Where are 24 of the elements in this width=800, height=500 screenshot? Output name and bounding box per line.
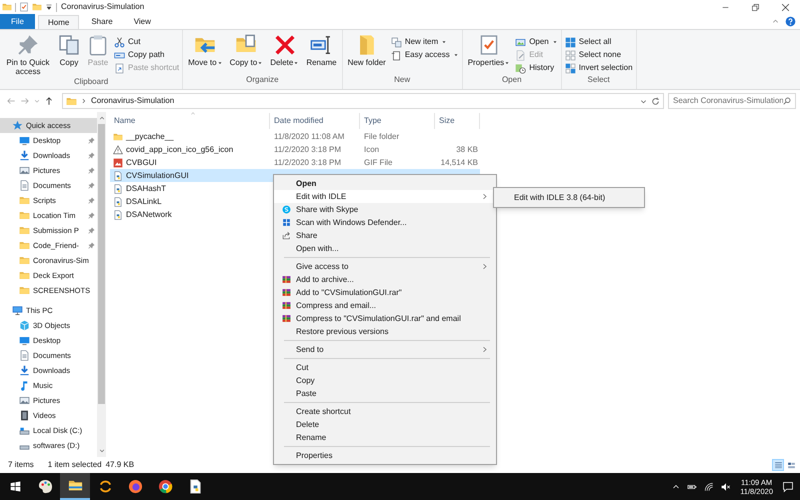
group-label: Open (500, 74, 523, 86)
type-cell: GIF File (364, 158, 392, 166)
group-label: New (393, 74, 412, 86)
item-count: 7 items (8, 459, 34, 471)
group-label: Select (586, 74, 611, 86)
date-cell: 11/2/2020 3:18 PM (274, 144, 342, 154)
date-cell: 11/2/2020 3:18 PM (274, 158, 342, 166)
type-cell: Icon (364, 144, 380, 154)
date-cell: 11/8/2020 11:08 AM (274, 132, 344, 140)
file-name: DSANetwork (126, 208, 172, 220)
selection-size: 47.9 KB (106, 459, 134, 471)
size-cell: 14,514 KB (440, 158, 478, 166)
file-name: CVSimulationGUI (126, 170, 189, 182)
file-name: DSAHashT (126, 182, 166, 194)
file-name: __pycache__ (126, 130, 174, 142)
file-name: covid_app_icon_ico_g56_icon (126, 144, 234, 156)
size-cell: 38 KB (456, 144, 478, 154)
window-title: Coronavirus-Simulation (61, 1, 144, 13)
group-label: Organize (245, 74, 280, 86)
file-name: DSALinkL (126, 196, 162, 208)
selection-status: 1 item selected (48, 459, 102, 471)
file-name: CVBGUI (126, 156, 157, 168)
type-cell: File folder (364, 132, 400, 140)
group-label: Clipboard (72, 76, 110, 88)
